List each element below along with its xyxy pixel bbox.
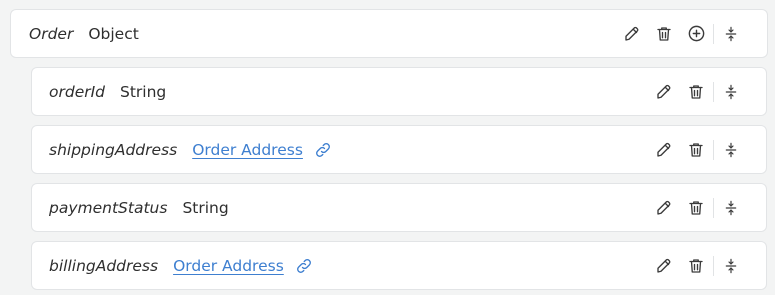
plus-circle-icon: [687, 24, 706, 43]
delete-button[interactable]: [680, 250, 712, 282]
field-row: orderId String: [31, 67, 767, 116]
reorder-handle[interactable]: [715, 18, 747, 50]
row-actions: [648, 126, 747, 173]
reorder-handle[interactable]: [715, 192, 747, 224]
reorder-handle[interactable]: [715, 134, 747, 166]
reorder-handle[interactable]: [715, 76, 747, 108]
field-type: String: [182, 198, 229, 217]
trash-icon: [687, 257, 705, 275]
trash-icon: [655, 25, 673, 43]
row-actions: [648, 184, 747, 231]
field-name: Order: [29, 24, 74, 43]
field-row: billingAddress Order Address: [31, 241, 767, 290]
field-type: String: [120, 82, 167, 101]
field-row: shippingAddress Order Address: [31, 125, 767, 174]
actions-divider: [713, 81, 714, 102]
pencil-icon: [655, 257, 673, 275]
actions-divider: [713, 23, 714, 44]
pencil-icon: [623, 25, 641, 43]
field-name: shippingAddress: [49, 140, 178, 159]
row-actions: [616, 10, 747, 57]
field-type: Object: [88, 24, 139, 43]
actions-divider: [713, 139, 714, 160]
type-reference-link[interactable]: Order Address: [192, 141, 303, 159]
reorder-handle[interactable]: [715, 250, 747, 282]
type-reference-link[interactable]: Order Address: [173, 257, 284, 275]
pencil-icon: [655, 141, 673, 159]
link-icon[interactable]: [293, 257, 315, 275]
edit-button[interactable]: [648, 134, 680, 166]
vertical-resize-icon: [723, 141, 739, 159]
edit-button[interactable]: [616, 18, 648, 50]
field-row: paymentStatus String: [31, 183, 767, 232]
link-icon[interactable]: [312, 141, 334, 159]
delete-button[interactable]: [680, 134, 712, 166]
edit-button[interactable]: [648, 250, 680, 282]
delete-button[interactable]: [680, 76, 712, 108]
root-object-row: Order Object: [10, 9, 768, 58]
vertical-resize-icon: [723, 25, 739, 43]
delete-button[interactable]: [680, 192, 712, 224]
row-actions: [648, 242, 747, 289]
delete-button[interactable]: [648, 18, 680, 50]
vertical-resize-icon: [723, 257, 739, 275]
pencil-icon: [655, 83, 673, 101]
actions-divider: [713, 197, 714, 218]
pencil-icon: [655, 199, 673, 217]
actions-divider: [713, 255, 714, 276]
trash-icon: [687, 199, 705, 217]
field-name: orderId: [49, 82, 106, 101]
field-name: paymentStatus: [49, 198, 168, 217]
row-actions: [648, 68, 747, 115]
trash-icon: [687, 83, 705, 101]
edit-button[interactable]: [648, 76, 680, 108]
trash-icon: [687, 141, 705, 159]
vertical-resize-icon: [723, 83, 739, 101]
add-child-button[interactable]: [680, 18, 712, 50]
vertical-resize-icon: [723, 199, 739, 217]
edit-button[interactable]: [648, 192, 680, 224]
field-name: billingAddress: [49, 256, 159, 275]
